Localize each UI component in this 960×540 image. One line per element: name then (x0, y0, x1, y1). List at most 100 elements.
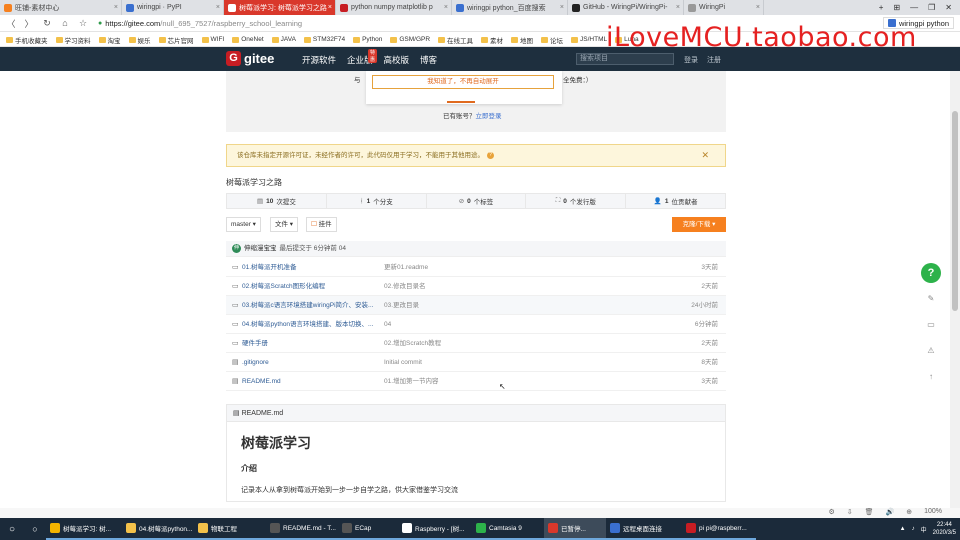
login-now-link[interactable]: 立即登录 (476, 113, 502, 120)
bookmark-item[interactable]: 素材 (481, 35, 503, 45)
settings-icon[interactable]: ⚙ (828, 508, 834, 516)
dismiss-popup-button[interactable]: 我知道了，不再自动展开 (372, 75, 554, 89)
commit-message-link[interactable]: 04 (384, 315, 391, 334)
commit-message-link[interactable]: 更新01.readme (384, 258, 428, 277)
bookmark-item[interactable]: 论坛 (541, 35, 563, 45)
back-button[interactable]: 〈 (4, 17, 18, 30)
browser-tab[interactable]: WiringPi × (684, 0, 764, 15)
bookmark-star-icon[interactable]: ☆ (76, 18, 90, 29)
commit-message-link[interactable]: 02.增加Scratch教程 (384, 334, 441, 353)
taskbar-app[interactable]: pi pi@raspberr... (682, 518, 756, 540)
bookmark-item[interactable]: 在线工具 (438, 35, 473, 45)
back-to-top-icon[interactable]: ↑ (921, 367, 941, 387)
gitee-logo[interactable]: G gitee (226, 51, 274, 66)
repo-stat[interactable]: 👤 1 位贡献者 (626, 194, 725, 208)
taskbar-app[interactable]: ECap (338, 518, 398, 540)
tab-close-icon[interactable]: × (114, 4, 118, 11)
commit-text[interactable]: 最后提交于 6分钟前 04 (280, 241, 346, 257)
commit-message-link[interactable]: 03.更改目录 (384, 296, 419, 315)
close-notice-button[interactable]: ✕ (701, 145, 709, 166)
zoom-level[interactable]: 100% (924, 508, 942, 516)
help-icon[interactable]: ? (487, 151, 494, 159)
tray-network-icon[interactable]: ▲ (900, 526, 906, 532)
maximize-button[interactable]: ❐ (928, 3, 935, 12)
bookmark-item[interactable]: Python (353, 36, 382, 43)
file-name-link[interactable]: 硬件手册 (242, 334, 392, 353)
tab-close-icon[interactable]: × (216, 4, 220, 11)
page-scrollbar[interactable] (950, 71, 960, 516)
nav-blog[interactable]: 博客 (420, 54, 437, 66)
tab-close-icon[interactable]: × (328, 4, 332, 11)
nav-open-source[interactable]: 开源软件 (302, 54, 336, 66)
bookmark-item[interactable]: JAVA (271, 36, 296, 43)
commit-author[interactable]: 伸缩漫宝宝 (244, 241, 277, 257)
bookmark-item[interactable]: 地图 (511, 35, 533, 45)
table-row[interactable]: ▤ .gitignore Initial commit 8天前 (226, 353, 726, 372)
tab-close-icon[interactable]: × (756, 4, 760, 11)
help-button[interactable]: ? (921, 263, 941, 283)
bookmark-item[interactable]: 学习资料 (55, 35, 91, 45)
edit-icon[interactable]: ✎ (921, 289, 941, 309)
taskbar-app[interactable]: 远程桌面连接 (606, 518, 682, 540)
file-name-link[interactable]: README.md (242, 372, 392, 391)
repo-stat[interactable]: ▤ 10 次提交 (227, 194, 327, 208)
table-row[interactable]: ▭ 03.树莓派c语言环境搭建wiringPi简介、安装... 03.更改目录 24小… (226, 296, 726, 315)
mount-button[interactable]: ☐ 挂件 (306, 217, 337, 232)
start-button[interactable]: ○ (0, 524, 24, 535)
bookmark-item[interactable]: GSM/GPR (390, 36, 430, 43)
zoom-icon[interactable]: ⊕ (906, 508, 912, 516)
table-row[interactable]: ▭ 02.树莓派Scratch图形化编程 02.修改目录名 2天前 (226, 277, 726, 296)
avatar[interactable]: 伸 (232, 244, 241, 253)
nav-enterprise[interactable]: 企业版 特惠 (347, 49, 378, 66)
file-name-link[interactable]: 04.树莓派python语言环境搭建、版本切换、... (242, 315, 392, 334)
tray-ime-icon[interactable]: 中 (921, 525, 927, 534)
browser-tab[interactable]: wiringpi python_百度搜索 × (452, 0, 568, 15)
tab-close-icon[interactable]: × (444, 4, 448, 11)
forward-button[interactable]: 〉 (22, 17, 36, 30)
signup-link[interactable]: 注册 (707, 55, 721, 65)
bookmark-item[interactable]: JS/HTML (571, 36, 607, 43)
readme-filename[interactable]: README.md (242, 410, 284, 417)
browser-tab[interactable]: wiringpi · PyPI × (122, 0, 224, 15)
scroll-thumb[interactable] (952, 111, 958, 311)
taskbar-app[interactable]: 树莓派学习: 树... (46, 518, 122, 540)
tab-search-icon[interactable]: + (879, 3, 884, 12)
file-name-link[interactable]: 03.树莓派c语言环境搭建wiringPi简介、安装... (242, 296, 392, 315)
tab-close-icon[interactable]: × (676, 4, 680, 11)
browser-tab[interactable]: 树莓派学习: 树莓派学习之路 × (224, 0, 336, 15)
table-row[interactable]: ▭ 04.树莓派python语言环境搭建、版本切换、... 04 6分钟前 (226, 315, 726, 334)
tab-close-icon[interactable]: × (560, 4, 564, 11)
bookmark-item[interactable]: 芯片官网 (158, 35, 194, 45)
bookmark-item[interactable]: 娱乐 (128, 35, 151, 45)
browser-tab[interactable]: GitHub - WiringPi/WiringPi- × (568, 0, 684, 15)
tray-volume-icon[interactable]: ♪ (912, 526, 915, 532)
close-window-button[interactable]: ✕ (945, 3, 952, 12)
commit-message-link[interactable]: 02.修改目录名 (384, 277, 426, 296)
bookmark-item[interactable]: WIFI (201, 36, 224, 43)
taskbar-app[interactable]: 04.树莓派python... (122, 518, 194, 540)
taskbar-app[interactable]: 物联工程 (194, 518, 266, 540)
repo-stat[interactable]: ⊘ 0 个标签 (427, 194, 527, 208)
gitee-search-input[interactable]: 搜索项目 (576, 53, 674, 65)
bookmark-item[interactable]: OneNet (232, 36, 264, 43)
table-row[interactable]: ▭ 硬件手册 02.增加Scratch教程 2天前 (226, 334, 726, 353)
browser-tab[interactable]: 旺铺-素材中心 × (0, 0, 122, 15)
taskbar-app[interactable]: 已暂停... (544, 518, 606, 540)
bookmark-item[interactable]: 手机收藏夹 (6, 35, 48, 45)
file-name-link[interactable]: .gitignore (242, 353, 392, 372)
volume-icon[interactable]: 🔊 (886, 508, 895, 516)
taskbar-app[interactable]: README.md - T... (266, 518, 338, 540)
taskbar-app[interactable]: Camtasia 9 (472, 518, 544, 540)
file-menu-button[interactable]: 文件 ▾ (270, 217, 299, 232)
window-grid-icon[interactable]: ⊞ (893, 3, 900, 12)
branch-select[interactable]: master ▾ (226, 217, 261, 232)
comment-icon[interactable]: ▭ (921, 315, 941, 335)
browser-tab[interactable]: python numpy matplotlib p × (336, 0, 452, 15)
bookmark-item[interactable]: 淘宝 (98, 35, 121, 45)
trash-icon[interactable]: 🗑 (865, 508, 874, 516)
taskbar-app[interactable]: Raspberry - [树... (398, 518, 472, 540)
download-icon[interactable]: ⇩ (847, 508, 853, 516)
taskbar-search-icon[interactable]: ○ (24, 524, 46, 534)
bookmark-item[interactable]: STM32F74 (303, 36, 345, 43)
table-row[interactable]: ▤ README.md 01.增加第一节内容 3天前 (226, 372, 726, 391)
